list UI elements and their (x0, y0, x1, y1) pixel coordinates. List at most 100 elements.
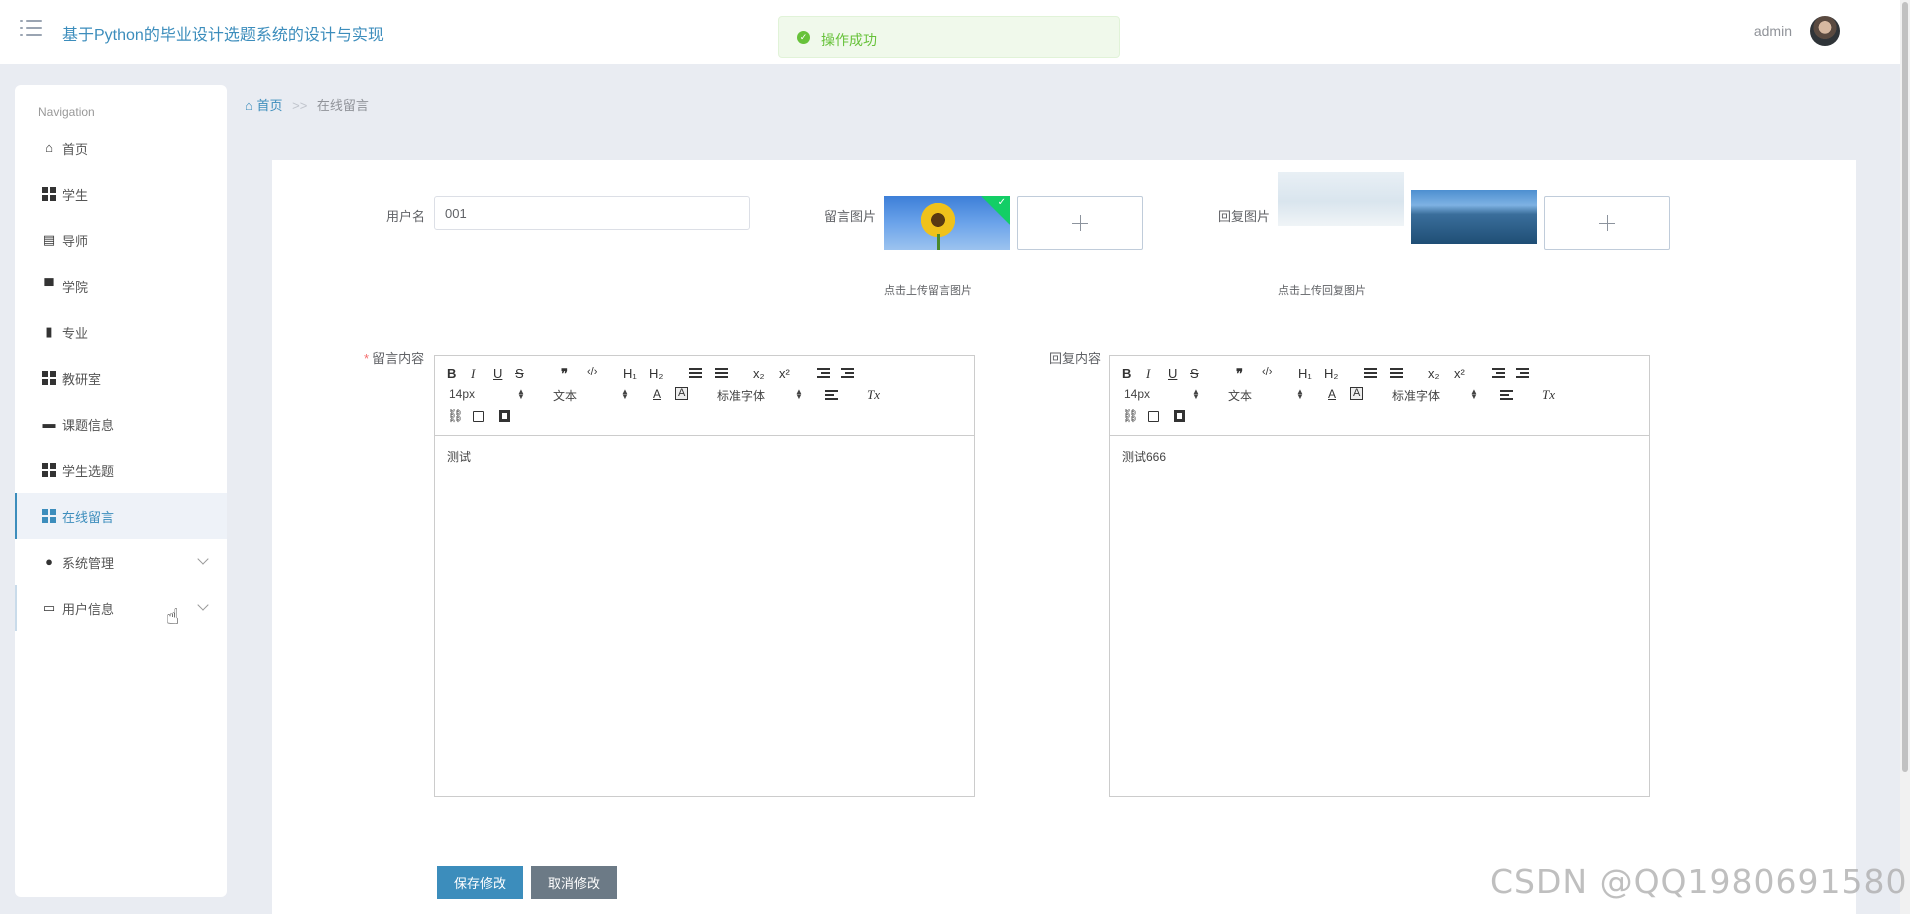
sidebar-item-colleges[interactable]: ▀ 学院 (15, 263, 227, 309)
chevron-down-icon (197, 553, 209, 565)
italic-button[interactable]: I (471, 366, 475, 382)
reply-image-thumbnail-1[interactable] (1278, 172, 1404, 226)
message-content-editor[interactable]: B I U S ❞ ‹/› H₁ H₂ x₂ x² 14px ▲ ▼ 文本 ▲ ▼ A … (434, 355, 975, 797)
user-avatar[interactable] (1810, 16, 1840, 46)
align-icon[interactable] (825, 390, 838, 400)
outdent-icon[interactable] (817, 368, 830, 378)
page-scrollbar[interactable] (1900, 0, 1910, 914)
sidebar-item-home[interactable]: ⌂ 首页 (15, 125, 227, 171)
sidebar-item-label: 系统管理 (62, 555, 115, 571)
italic-button[interactable]: I (1146, 366, 1150, 382)
indent-icon[interactable] (1516, 368, 1529, 378)
reply-content-editor[interactable]: B I U S ❞ ‹/› H₁ H₂ x₂ x² 14px ▲ ▼ 文本 ▲ ▼ A … (1109, 355, 1650, 797)
reply-image-label: 回复图片 (1218, 209, 1271, 224)
sidebar-item-majors[interactable]: ▮ 专业 (15, 309, 227, 355)
bold-button[interactable]: B (447, 366, 456, 381)
font-size-select[interactable]: 14px ▲ ▼ (449, 387, 525, 401)
text-color-button[interactable]: A (1328, 387, 1336, 401)
select-arrows-icon: ▲ ▼ (621, 387, 629, 401)
breadcrumb-home[interactable]: ⌂ 首页 (245, 98, 282, 113)
font-family-value: 标准字体 (717, 389, 766, 403)
reply-content-text[interactable]: 测试666 (1122, 448, 1166, 465)
font-size-select[interactable]: 14px ▲ ▼ (1124, 387, 1200, 401)
blockquote-button[interactable]: ❞ (1236, 366, 1243, 382)
sidebar-item-topics[interactable]: ▬ 课题信息 (15, 401, 227, 447)
strike-button[interactable]: S (515, 366, 524, 381)
sidebar-item-students[interactable]: 学生 (15, 171, 227, 217)
sidebar-item-label: 导师 (62, 233, 89, 249)
required-marker: * (364, 351, 370, 366)
video-icon[interactable] (499, 410, 510, 422)
ordered-list-icon[interactable] (689, 368, 702, 378)
image-icon[interactable] (1148, 411, 1159, 422)
top-header: 基于Python的毕业设计选题系统的设计与实现 ✓ 操作成功 admin (0, 0, 1900, 64)
link-icon[interactable]: ⛓ (447, 408, 464, 424)
sidebar-item-label: 专业 (62, 325, 89, 341)
scrollbar-thumb[interactable] (1902, 2, 1908, 772)
reply-image-upload-button[interactable] (1544, 196, 1670, 250)
bullet-list-icon[interactable] (1390, 368, 1403, 378)
editor-toolbar: B I U S ❞ ‹/› H₁ H₂ x₂ x² 14px ▲ ▼ 文本 ▲ ▼ A … (435, 356, 974, 436)
subscript-button[interactable]: x₂ (1428, 366, 1440, 381)
bullet-list-icon[interactable] (715, 368, 728, 378)
blockquote-button[interactable]: ❞ (561, 366, 568, 382)
header-2-button[interactable]: H₂ (649, 366, 663, 381)
indent-icon[interactable] (841, 368, 854, 378)
header-1-button[interactable]: H₁ (1298, 366, 1312, 381)
grid-icon (42, 187, 56, 201)
background-color-button[interactable]: A (1350, 387, 1364, 400)
message-content-label-text: 留言内容 (372, 351, 425, 366)
cancel-button[interactable]: 取消修改 (531, 866, 617, 899)
header-1-button[interactable]: H₁ (623, 366, 637, 381)
underline-button[interactable]: U (1168, 366, 1177, 381)
message-image-upload-button[interactable] (1017, 196, 1143, 250)
app-title: 基于Python的毕业设计选题系统的设计与实现 (62, 27, 384, 44)
font-family-select[interactable]: 标准字体 ▲ ▼ (1392, 387, 1478, 404)
sidebar-item-label: 课题信息 (62, 417, 115, 433)
breadcrumb: ⌂ 首页 >> 在线留言 (245, 95, 369, 114)
ordered-list-icon[interactable] (1364, 368, 1377, 378)
message-image-thumbnail[interactable]: ✓ (884, 196, 1010, 250)
video-icon[interactable] (1174, 410, 1185, 422)
sidebar-item-online-messages[interactable]: 在线留言 (15, 493, 227, 539)
select-arrows-icon: ▲ ▼ (1296, 387, 1304, 401)
sidebar-item-tutors[interactable]: ▤ 导师 (15, 217, 227, 263)
code-block-button[interactable]: ‹/› (587, 366, 597, 378)
sunflower-stem (937, 234, 940, 250)
image-icon[interactable] (473, 411, 484, 422)
sidebar-item-label: 学生选题 (62, 463, 115, 479)
message-image-label: 留言图片 (824, 209, 877, 224)
clean-format-button[interactable]: Tx (867, 387, 880, 403)
outdent-icon[interactable] (1492, 368, 1505, 378)
subscript-button[interactable]: x₂ (753, 366, 765, 381)
strike-button[interactable]: S (1190, 366, 1199, 381)
grid-icon (42, 463, 56, 477)
link-icon[interactable]: ⛓ (1122, 408, 1139, 424)
superscript-button[interactable]: x² (1454, 366, 1465, 381)
header-select[interactable]: 文本 ▲ ▼ (553, 387, 629, 404)
text-color-button[interactable]: A (653, 387, 661, 401)
bold-button[interactable]: B (1122, 366, 1131, 381)
background-color-button[interactable]: A (675, 387, 689, 400)
clean-format-button[interactable]: Tx (1542, 387, 1555, 403)
align-icon[interactable] (1500, 390, 1513, 400)
user-name[interactable]: admin (1754, 23, 1792, 39)
sidebar-item-system-management[interactable]: ● 系统管理 (15, 539, 227, 585)
font-family-value: 标准字体 (1392, 389, 1441, 403)
reply-content-label: 回复内容 (1049, 351, 1102, 366)
reply-image-thumbnail-2[interactable] (1411, 190, 1537, 244)
sidebar-item-teaching-offices[interactable]: 教研室 (15, 355, 227, 401)
message-content-text[interactable]: 测试 (447, 448, 471, 465)
underline-button[interactable]: U (493, 366, 502, 381)
username-input[interactable] (434, 196, 750, 230)
menu-toggle-icon[interactable] (20, 20, 42, 38)
code-block-button[interactable]: ‹/› (1262, 366, 1272, 378)
header-select[interactable]: 文本 ▲ ▼ (1228, 387, 1304, 404)
save-button[interactable]: 保存修改 (437, 866, 523, 899)
superscript-button[interactable]: x² (779, 366, 790, 381)
sidebar-item-user-info[interactable]: ▭ 用户信息 (15, 585, 227, 631)
header-2-button[interactable]: H₂ (1324, 366, 1338, 381)
font-size-value: 14px (1124, 387, 1151, 401)
sidebar-item-student-selections[interactable]: 学生选题 (15, 447, 227, 493)
font-family-select[interactable]: 标准字体 ▲ ▼ (717, 387, 803, 404)
